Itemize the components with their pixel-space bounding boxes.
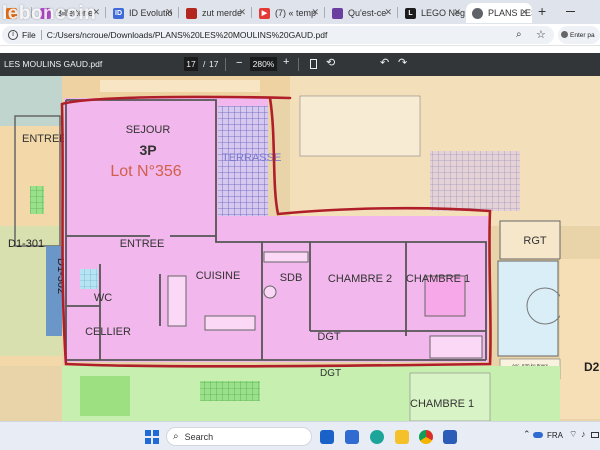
tab-quest-ce[interactable]: Qu'est-ce ✕ (326, 3, 396, 23)
close-icon[interactable]: ✕ (311, 7, 319, 18)
address-row: i File C:/Users/ncroue/Downloads/PLANS%2… (0, 24, 600, 46)
label-sejour: SEJOUR (126, 124, 171, 136)
speaker-icon[interactable]: ♪ (581, 429, 586, 439)
star-icon[interactable]: ☆ (536, 28, 546, 41)
label-sdb: SDB (280, 272, 303, 284)
label-chambre2: CHAMBRE 2 (328, 273, 392, 285)
profile-icon (561, 31, 568, 38)
minimize-icon[interactable] (566, 11, 575, 12)
tab-youtube[interactable]: ▶ (7) « temp ✕ (253, 3, 323, 23)
edge-icon[interactable] (370, 430, 384, 444)
url-text[interactable]: C:/Users/ncroue/Downloads/PLANS%20LES%20… (47, 30, 328, 40)
label-entree-left: ENTREE (22, 133, 67, 145)
fit-page-icon[interactable] (310, 59, 317, 69)
label-lot: Lot N°356 (110, 163, 181, 180)
windows-start-icon[interactable] (145, 430, 159, 444)
youtube-icon: ▶ (259, 8, 270, 19)
file-explorer-icon[interactable] (395, 430, 409, 444)
watermark-logo: leboncoin (2, 3, 97, 24)
zoom-out-button[interactable]: − (236, 57, 242, 69)
label-dgt-bottom: DGT (320, 368, 341, 379)
tv-icon (186, 8, 197, 19)
browser-tab-bar: Billetterie ✕ ID ID Evolutio ✕ zut merde… (0, 0, 600, 24)
search-icon: ⌕ (173, 431, 179, 442)
label-d1-301: D1-301 (8, 238, 44, 250)
tab-id-evolution[interactable]: ID ID Evolutio ✕ (107, 3, 177, 23)
page-number-input[interactable]: 17 (184, 57, 198, 71)
close-icon[interactable]: ✕ (520, 7, 528, 18)
label-chambre1: CHAMBRE 1 (406, 273, 470, 285)
onedrive-icon[interactable] (533, 432, 543, 438)
chrome-icon[interactable] (419, 430, 433, 444)
outlook-icon[interactable] (320, 430, 334, 444)
label-wc: WC (94, 292, 112, 304)
file-label: File (22, 30, 36, 40)
label-cellier: CELLIER (85, 326, 131, 338)
taskbar-search[interactable]: ⌕ Search (166, 427, 312, 446)
language-indicator[interactable]: FRA (547, 431, 563, 440)
new-tab-button[interactable]: + (538, 3, 546, 19)
close-icon[interactable]: ✕ (165, 7, 173, 18)
zoom-input[interactable]: 280% (250, 57, 277, 71)
floor-plan: D1-301 D1-302 ENTREE RGT D2 Asc. 630 kg … (0, 76, 600, 421)
label-chambre1-bottom: CHAMBRE 1 (410, 398, 474, 410)
close-icon[interactable]: ✕ (238, 7, 246, 18)
teams-icon[interactable] (345, 430, 359, 444)
lego-icon: L (405, 8, 416, 19)
word-icon[interactable] (443, 430, 457, 444)
label-d2: D2 (584, 360, 600, 374)
zoom-icon[interactable]: ⌕ (516, 29, 522, 40)
address-bar[interactable]: i File C:/Users/ncroue/Downloads/PLANS%2… (2, 26, 554, 44)
globe-icon (472, 8, 483, 19)
close-icon[interactable]: ✕ (384, 7, 392, 18)
zoom-in-button[interactable]: + (283, 56, 289, 68)
pdf-toolbar: LES MOULINS GAUD.pdf 17 / 17 − 280% + ⟲ … (0, 53, 600, 76)
close-icon[interactable]: ✕ (453, 7, 461, 18)
page-total: 17 (209, 59, 219, 69)
rotate-icon[interactable]: ⟲ (326, 56, 335, 69)
info-icon[interactable]: i (8, 30, 18, 40)
tab-zut-merde[interactable]: zut merde ✕ (180, 3, 250, 23)
redo-icon[interactable]: ↷ (398, 56, 407, 69)
label-cuisine: CUISINE (196, 270, 241, 282)
windows-taskbar: ⌕ Search ⌃ FRA ⌔ ♪ (0, 421, 600, 450)
globe-icon (332, 8, 343, 19)
tab-plans[interactable]: PLANS LES ✕ (466, 3, 532, 23)
undo-icon[interactable]: ↶ (380, 56, 389, 69)
label-rgt: RGT (523, 235, 547, 247)
id-evolution-icon: ID (113, 8, 124, 19)
pdf-title: LES MOULINS GAUD.pdf (4, 59, 103, 69)
label-terrasse: TERRASSE (222, 152, 281, 164)
profile-button[interactable]: Enter pa (558, 26, 600, 44)
pdf-viewer[interactable]: D1-301 D1-302 ENTREE RGT D2 Asc. 630 kg … (0, 76, 600, 421)
wifi-icon[interactable]: ⌔ (569, 429, 577, 440)
label-entree: ENTREE (120, 238, 165, 250)
label-dgt: DGT (317, 331, 341, 343)
chevron-up-icon[interactable]: ⌃ (523, 429, 531, 440)
label-3p: 3P (139, 142, 156, 158)
tab-lego[interactable]: L LEGO Nego ✕ (399, 3, 465, 23)
battery-icon[interactable] (591, 432, 599, 438)
